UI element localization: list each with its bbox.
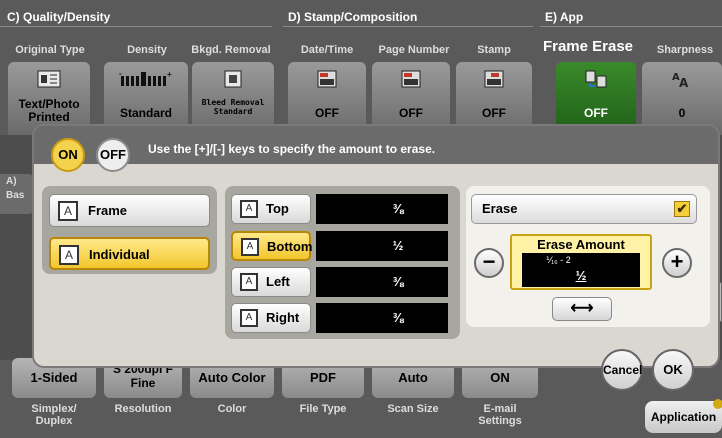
original-type-icon bbox=[37, 70, 61, 88]
tab-date-time[interactable]: OFF bbox=[288, 62, 366, 135]
tab-header-bkgd-removal: Bkgd. Removal bbox=[191, 44, 271, 56]
erase-amount-value-box: ⅟₁₆ - 2 ½ bbox=[522, 253, 640, 287]
email-settings-label: E-mail Settings bbox=[478, 403, 522, 427]
sharpness-icon: AA bbox=[672, 72, 689, 88]
tab-header-density: Density bbox=[127, 44, 167, 56]
tab-header-original-type: Original Type bbox=[15, 44, 85, 56]
edge-top-button[interactable]: A Top bbox=[231, 194, 311, 224]
tab-stamp[interactable]: OFF bbox=[456, 62, 532, 135]
edge-bottom-label: Bottom bbox=[267, 239, 313, 254]
edge-top-label: Top bbox=[266, 201, 289, 216]
edge-left-icon: A bbox=[240, 273, 258, 291]
date-time-value: OFF bbox=[315, 106, 339, 120]
color-label: Color bbox=[217, 403, 247, 415]
svg-text:A: A bbox=[679, 76, 689, 88]
erase-amount-title: Erase Amount bbox=[537, 237, 625, 252]
edge-left-value-text: ⅜ bbox=[392, 274, 404, 289]
scan-size-label: Scan Size bbox=[387, 403, 439, 415]
page-number-value: OFF bbox=[399, 106, 423, 120]
tab-header-sharpness: Sharpness bbox=[656, 44, 714, 56]
stub-line-2: Bas bbox=[6, 190, 25, 201]
basic-section-stub: A) Bas bbox=[0, 174, 34, 214]
individual-edges-icon: A bbox=[59, 245, 79, 265]
off-toggle-button[interactable]: OFF bbox=[96, 138, 130, 172]
section-divider bbox=[0, 26, 272, 27]
frame-icon: A bbox=[58, 201, 78, 221]
density-value: Standard bbox=[119, 106, 172, 120]
erase-amount-display: Erase Amount ⅟₁₆ - 2 ½ bbox=[510, 234, 652, 290]
minus-button[interactable]: − bbox=[474, 248, 504, 278]
svg-text:+: + bbox=[167, 70, 172, 79]
section-title-app: E) App bbox=[545, 10, 584, 24]
notification-dot bbox=[713, 399, 722, 409]
edge-right-value-text: ⅜ bbox=[392, 310, 404, 325]
bkgd-removal-value: Bleed Removal Standard bbox=[201, 98, 265, 116]
edge-bottom-icon: A bbox=[241, 238, 259, 256]
instruction-text: Use the [+]/[-] keys to specify the amou… bbox=[148, 142, 436, 156]
erase-checkbox-button[interactable]: Erase ✔ bbox=[471, 194, 697, 224]
section-title-quality-density: C) Quality/Density bbox=[7, 10, 111, 24]
erase-amount-range: ⅟₁₆ - 2 bbox=[546, 255, 571, 265]
tab-header-stamp: Stamp bbox=[477, 44, 511, 56]
simplex-duplex-label: Simplex/ Duplex bbox=[31, 403, 77, 427]
frame-mode-label: Frame bbox=[88, 203, 128, 218]
svg-text:-: - bbox=[119, 70, 122, 78]
checkmark-icon: ✔ bbox=[674, 201, 690, 217]
tab-density[interactable]: + - Standard bbox=[104, 62, 188, 135]
background-removal-icon bbox=[224, 70, 242, 88]
edge-bottom-value: ½ bbox=[316, 231, 448, 261]
individual-mode-button[interactable]: A Individual bbox=[49, 237, 210, 270]
frame-erase-value: OFF bbox=[584, 106, 608, 120]
edge-left-button[interactable]: A Left bbox=[231, 267, 311, 297]
tab-original-type[interactable]: Text/Photo Printed bbox=[8, 62, 90, 135]
original-type-value: Text/Photo Printed bbox=[18, 97, 80, 124]
density-slider-icon: +- bbox=[119, 70, 172, 86]
plus-button[interactable]: + bbox=[662, 248, 692, 278]
swap-arrow-button[interactable]: ⟷ bbox=[552, 297, 612, 321]
tab-frame-erase[interactable]: OFF bbox=[556, 62, 636, 135]
section-title-stamp-composition: D) Stamp/Composition bbox=[288, 10, 418, 24]
individual-mode-label: Individual bbox=[89, 247, 150, 262]
section-divider bbox=[283, 26, 533, 27]
edge-top-icon: A bbox=[240, 200, 258, 218]
tab-page-number[interactable]: OFF bbox=[372, 62, 450, 135]
edge-right-value: ⅜ bbox=[316, 303, 448, 333]
edge-top-value: ⅜ bbox=[316, 194, 448, 224]
frame-mode-button[interactable]: A Frame bbox=[49, 194, 210, 227]
edge-right-label: Right bbox=[266, 310, 300, 325]
stamp-value: OFF bbox=[482, 106, 506, 120]
frame-erase-icon bbox=[585, 70, 607, 88]
date-time-stamp-icon bbox=[317, 70, 337, 88]
erase-amount-current: ½ bbox=[575, 268, 587, 283]
stamp-icon bbox=[484, 70, 504, 88]
file-type-label: File Type bbox=[299, 403, 347, 415]
edge-bottom-value-text: ½ bbox=[392, 238, 404, 253]
application-button[interactable]: Application bbox=[645, 401, 722, 433]
tab-header-page-number: Page Number bbox=[378, 44, 450, 56]
erase-label: Erase bbox=[482, 201, 518, 216]
tab-bkgd-removal[interactable]: Bleed Removal Standard bbox=[192, 62, 274, 135]
edge-bottom-button[interactable]: A Bottom bbox=[231, 231, 313, 261]
ok-button[interactable]: OK bbox=[652, 349, 694, 391]
cancel-button[interactable]: Cancel bbox=[601, 349, 643, 391]
section-divider bbox=[540, 26, 722, 27]
stub-line-1: A) bbox=[6, 176, 17, 187]
tab-header-date-time: Date/Time bbox=[300, 44, 354, 56]
page-number-stamp-icon bbox=[401, 70, 421, 88]
tab-sharpness[interactable]: AA 0 bbox=[642, 62, 722, 135]
edge-right-icon: A bbox=[240, 309, 258, 327]
edge-top-value-text: ⅜ bbox=[392, 201, 404, 216]
tab-header-frame-erase: Frame Erase bbox=[542, 38, 634, 55]
edge-left-value: ⅜ bbox=[316, 267, 448, 297]
resolution-label: Resolution bbox=[114, 403, 172, 415]
sharpness-value: 0 bbox=[678, 106, 686, 120]
edge-left-label: Left bbox=[266, 274, 290, 289]
on-toggle-button[interactable]: ON bbox=[51, 138, 85, 172]
edge-right-button[interactable]: A Right bbox=[231, 303, 311, 333]
